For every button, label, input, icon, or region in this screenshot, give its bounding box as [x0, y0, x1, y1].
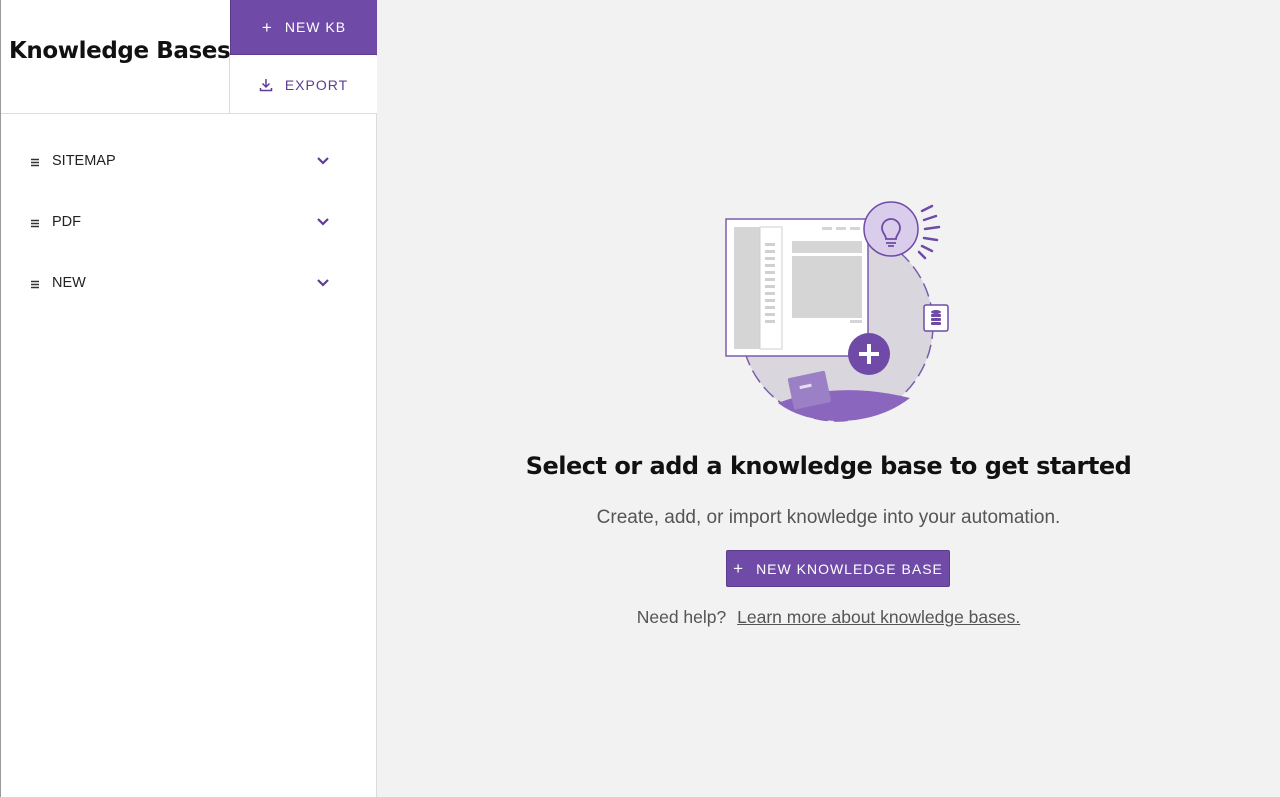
page-title: Knowledge Bases [9, 38, 231, 64]
plus-icon: + [261, 17, 273, 37]
download-icon [259, 78, 273, 91]
plus-icon: + [733, 559, 745, 578]
new-knowledge-base-label: NEW KNOWLEDGE BASE [756, 560, 943, 577]
knowledge-base-list: SITEMAP PDF NEW [1, 132, 377, 315]
help-text: Need help? Learn more about knowledge ba… [377, 607, 1280, 628]
list-item[interactable]: NEW [1, 254, 377, 315]
list-item-label: NEW [52, 275, 86, 291]
chevron-down-icon[interactable] [316, 156, 330, 166]
list-item[interactable]: PDF [1, 193, 377, 254]
drag-grip-icon[interactable] [30, 217, 40, 229]
list-item-label: SITEMAP [52, 153, 116, 169]
new-kb-label: NEW KB [284, 19, 347, 35]
list-item[interactable]: SITEMAP [1, 132, 377, 193]
empty-state-illustration [725, 201, 949, 422]
drag-grip-icon[interactable] [30, 278, 40, 290]
export-button[interactable]: EXPORT [229, 56, 377, 113]
list-item-label: PDF [52, 214, 81, 230]
sidebar: Knowledge Bases + NEW KB EXPORT SITEMAP [0, 0, 377, 797]
new-kb-button[interactable]: + NEW KB [230, 0, 377, 55]
chevron-down-icon[interactable] [316, 217, 330, 227]
chevron-down-icon[interactable] [316, 278, 330, 288]
help-prefix: Need help? [636, 607, 727, 627]
new-knowledge-base-button[interactable]: + NEW KNOWLEDGE BASE [726, 550, 950, 587]
learn-more-link[interactable]: Learn more about knowledge bases. [737, 607, 1020, 627]
main-content: Select or add a knowledge base to get st… [377, 0, 1280, 797]
empty-state-headline: Select or add a knowledge base to get st… [525, 452, 1132, 480]
drag-grip-icon[interactable] [30, 156, 40, 168]
sidebar-header: Knowledge Bases + NEW KB EXPORT [1, 0, 377, 114]
export-label: EXPORT [284, 76, 349, 93]
empty-state-subtext: Create, add, or import knowledge into yo… [596, 507, 1061, 528]
